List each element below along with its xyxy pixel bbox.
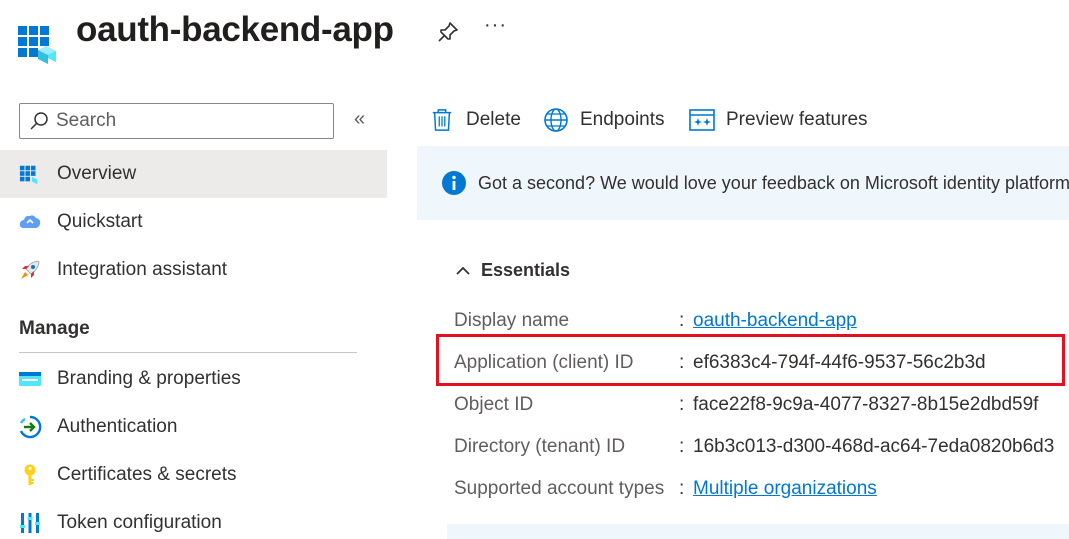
section-divider: [19, 352, 357, 353]
essentials-row-object-id: Object ID : face22f8-9c9a-4077-8327-8b15…: [454, 392, 1038, 418]
sidebar-item-branding-properties[interactable]: Branding & properties: [0, 355, 387, 403]
authentication-icon: [18, 415, 42, 439]
sidebar-item-label: Integration assistant: [57, 259, 228, 280]
account-types-link[interactable]: Multiple organizations: [693, 478, 877, 500]
client-id-highlight-box: [436, 334, 1065, 386]
essentials-row-tenant-id: Directory (tenant) ID : 16b3c013-d300-46…: [454, 434, 1054, 460]
endpoints-button[interactable]: Endpoints: [543, 104, 665, 136]
sidebar-item-label: Certificates & secrets: [57, 464, 237, 485]
sidebar-item-integration-assistant[interactable]: Integration assistant: [0, 246, 387, 294]
tenant-id-value[interactable]: 16b3c013-d300-468d-ac64-7eda0820b6d3: [693, 436, 1054, 458]
delete-label: Delete: [466, 109, 521, 130]
essentials-key: Directory (tenant) ID: [454, 436, 626, 457]
trash-icon: [429, 107, 455, 133]
chevron-up-icon: [456, 266, 470, 275]
essentials-separator: :: [679, 436, 685, 457]
essentials-row-account-types: Supported account types : Multiple organ…: [454, 476, 877, 502]
app-registration-icon: [18, 26, 56, 64]
token-bars-icon: [18, 511, 42, 535]
sidebar-item-label: Authentication: [57, 416, 178, 437]
pin-icon[interactable]: [436, 20, 460, 44]
display-name-link[interactable]: oauth-backend-app: [693, 310, 857, 332]
essentials-key: Supported account types: [454, 478, 665, 499]
search-icon: [30, 112, 48, 130]
sidebar-item-token-configuration[interactable]: Token configuration: [0, 499, 387, 539]
preview-features-icon: [689, 107, 715, 133]
sidebar-item-overview[interactable]: Overview: [0, 150, 387, 198]
collapse-sidebar-button[interactable]: «: [354, 108, 365, 131]
essentials-key: Object ID: [454, 394, 534, 415]
essentials-title: Essentials: [481, 260, 571, 280]
cloud-icon: [18, 210, 42, 234]
preview-features-button[interactable]: Preview features: [689, 104, 868, 136]
rocket-icon: [18, 258, 42, 282]
sidebar-search[interactable]: [19, 103, 334, 139]
sidebar-item-certificates-secrets[interactable]: Certificates & secrets: [0, 451, 387, 499]
essentials-separator: :: [679, 310, 685, 331]
sidebar-item-authentication[interactable]: Authentication: [0, 403, 387, 451]
essentials-separator: :: [679, 478, 685, 499]
sidebar-item-label: Token configuration: [57, 512, 222, 533]
search-input[interactable]: [56, 110, 326, 132]
essentials-key: Display name: [454, 310, 570, 331]
feedback-banner-text[interactable]: Got a second? We would love your feedbac…: [478, 173, 1069, 194]
next-section-banner: [447, 524, 1069, 539]
page-title: oauth-backend-app: [76, 10, 394, 49]
globe-icon: [543, 107, 569, 133]
manage-section-title: Manage: [19, 318, 90, 339]
delete-button[interactable]: Delete: [429, 104, 521, 136]
preview-features-label: Preview features: [726, 109, 868, 130]
sidebar-item-label: Overview: [57, 163, 137, 184]
sidebar-item-label: Quickstart: [57, 211, 143, 232]
essentials-separator: :: [679, 394, 685, 415]
object-id-value[interactable]: face22f8-9c9a-4077-8327-8b15e2dbd59f: [693, 394, 1038, 416]
branding-icon: [18, 367, 42, 391]
overview-grid-icon: [18, 162, 42, 186]
info-icon: [442, 171, 466, 195]
essentials-toggle[interactable]: Essentials: [455, 260, 570, 281]
sidebar-item-quickstart[interactable]: Quickstart: [0, 198, 387, 246]
endpoints-label: Endpoints: [580, 109, 665, 130]
more-options-button[interactable]: ···: [484, 14, 507, 37]
sidebar-item-label: Branding & properties: [57, 368, 241, 389]
feedback-banner: Got a second? We would love your feedbac…: [417, 146, 1069, 220]
essentials-row-display-name: Display name : oauth-backend-app: [454, 308, 857, 334]
key-icon: [18, 463, 42, 487]
